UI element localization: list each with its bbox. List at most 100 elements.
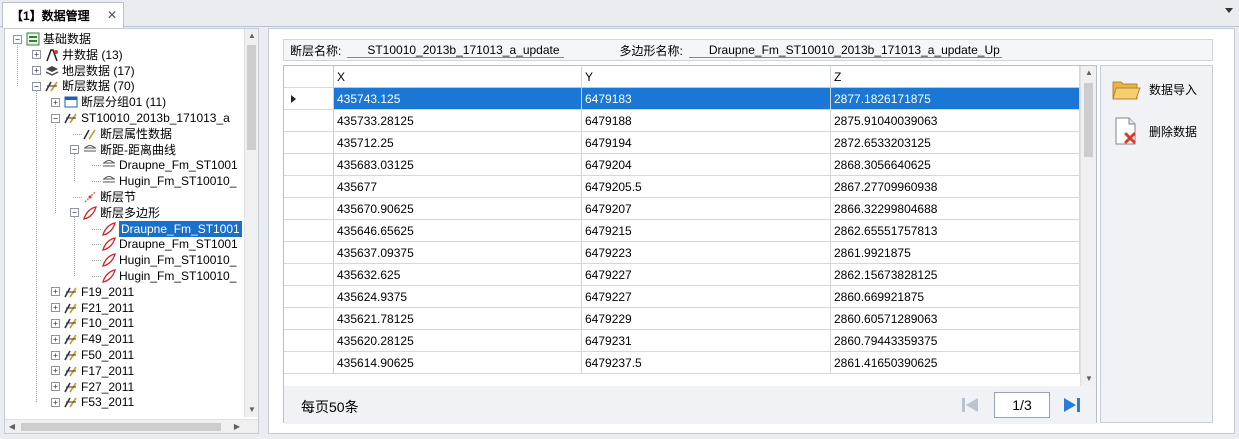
table-cell[interactable]: 435624.9375 xyxy=(334,286,582,308)
row-header[interactable] xyxy=(284,110,334,132)
expand-icon[interactable]: + xyxy=(32,50,41,60)
expand-icon[interactable]: + xyxy=(51,303,60,313)
table-cell[interactable]: 2868.3056640625 xyxy=(831,154,1080,176)
tree-item[interactable]: Hugin_Fm_ST10010_ xyxy=(102,268,236,284)
row-header[interactable] xyxy=(284,308,334,330)
table-cell[interactable]: 435637.09375 xyxy=(334,242,582,264)
table-row[interactable]: 435614.90625 6479237.5 2861.41650390625 xyxy=(284,352,1080,374)
import-data-button[interactable]: 数据导入 xyxy=(1111,72,1211,106)
tree-item[interactable]: − 断距-距离曲线 xyxy=(70,142,176,158)
column-header[interactable]: Z xyxy=(831,66,1080,88)
scroll-left-icon[interactable]: ◀ xyxy=(5,420,19,433)
table-cell[interactable]: 6479215 xyxy=(582,220,831,242)
table-row[interactable]: 435712.25 6479194 2872.6533203125 xyxy=(284,132,1080,154)
expand-icon[interactable]: + xyxy=(51,287,60,297)
expand-icon[interactable]: + xyxy=(51,318,60,328)
tree-item[interactable]: 断层属性数据 xyxy=(83,126,172,142)
table-cell[interactable]: 6479231 xyxy=(582,330,831,352)
table-cell[interactable]: 6479227 xyxy=(582,286,831,308)
grid-scroll-up-icon[interactable]: ▲ xyxy=(1082,66,1096,80)
tree-item[interactable]: + 断层分组01 (11) xyxy=(51,94,166,110)
tree-item[interactable]: + F17_2011 xyxy=(51,363,134,379)
first-page-button[interactable] xyxy=(958,393,982,417)
row-header[interactable] xyxy=(284,88,334,110)
table-cell[interactable]: 2866.32299804688 xyxy=(831,198,1080,220)
table-row[interactable]: 435743.125 6479183 2877.1826171875 xyxy=(284,88,1080,110)
table-cell[interactable]: 2877.1826171875 xyxy=(831,88,1080,110)
table-cell[interactable]: 2872.6533203125 xyxy=(831,132,1080,154)
expand-icon[interactable]: + xyxy=(51,97,60,107)
next-page-button[interactable] xyxy=(1060,393,1084,417)
row-header[interactable] xyxy=(284,220,334,242)
tree-item[interactable]: − 断层数据 (70) xyxy=(32,78,135,94)
table-cell[interactable]: 435632.625 xyxy=(334,264,582,286)
row-header[interactable] xyxy=(284,242,334,264)
close-icon[interactable]: ✕ xyxy=(107,8,117,22)
grid-scroll-down-icon[interactable]: ▼ xyxy=(1082,372,1096,386)
scroll-down-icon[interactable]: ▼ xyxy=(245,403,258,417)
grid-vertical-scrollbar[interactable]: ▲ ▼ xyxy=(1080,66,1096,386)
table-cell[interactable]: 2860.79443359375 xyxy=(831,330,1080,352)
tree-item[interactable]: + F49_2011 xyxy=(51,331,134,347)
row-header[interactable] xyxy=(284,154,334,176)
table-cell[interactable]: 2875.91040039063 xyxy=(831,110,1080,132)
table-cell[interactable]: 435620.28125 xyxy=(334,330,582,352)
expand-icon[interactable]: + xyxy=(32,66,41,76)
tree-item[interactable]: Draupne_Fm_ST1001 xyxy=(102,236,238,252)
tree-item[interactable]: Draupne_Fm_ST1001 xyxy=(102,220,242,237)
expand-icon[interactable]: + xyxy=(51,366,60,376)
tree-item[interactable]: + 地层数据 (17) xyxy=(32,63,135,79)
expand-icon[interactable]: + xyxy=(51,382,60,392)
tree-horizontal-scrollbar[interactable]: ◀ ▶ xyxy=(5,419,258,433)
tree-item[interactable]: + 井数据 (13) xyxy=(32,47,123,63)
column-header[interactable]: Y xyxy=(582,66,831,88)
tree-item[interactable]: + F21_2011 xyxy=(51,300,134,316)
scroll-up-icon[interactable]: ▲ xyxy=(245,29,258,43)
tree-item[interactable]: Draupne_Fm_ST1001 xyxy=(102,157,238,173)
table-cell[interactable]: 6479188 xyxy=(582,110,831,132)
tree-item[interactable]: + F10_2011 xyxy=(51,315,134,331)
tab-data-management[interactable]: 【1】数据管理 ✕ xyxy=(2,2,124,28)
table-cell[interactable]: 435733.28125 xyxy=(334,110,582,132)
table-cell[interactable]: 6479229 xyxy=(582,308,831,330)
table-cell[interactable]: 435646.65625 xyxy=(334,220,582,242)
table-row[interactable]: 435683.03125 6479204 2868.3056640625 xyxy=(284,154,1080,176)
row-header[interactable] xyxy=(284,132,334,154)
tree-item[interactable]: + F19_2011 xyxy=(51,284,134,300)
tab-dropdown-icon[interactable] xyxy=(1225,8,1233,13)
column-header[interactable]: X xyxy=(334,66,582,88)
tree-scroll-thumb[interactable] xyxy=(247,45,256,150)
page-indicator[interactable]: 1/3 xyxy=(994,392,1050,418)
tree-item[interactable]: − 基础数据 xyxy=(13,31,91,47)
table-cell[interactable]: 435683.03125 xyxy=(334,154,582,176)
table-cell[interactable]: 435621.78125 xyxy=(334,308,582,330)
table-row[interactable]: 435637.09375 6479223 2861.9921875 xyxy=(284,242,1080,264)
row-header[interactable] xyxy=(284,330,334,352)
table-row[interactable]: 435624.9375 6479227 2860.669921875 xyxy=(284,286,1080,308)
table-row[interactable]: 435733.28125 6479188 2875.91040039063 xyxy=(284,110,1080,132)
table-cell[interactable]: 6479204 xyxy=(582,154,831,176)
table-cell[interactable]: 6479207 xyxy=(582,198,831,220)
tree-item[interactable]: − ST10010_2013b_171013_a xyxy=(51,110,230,126)
table-cell[interactable]: 6479194 xyxy=(582,132,831,154)
expand-icon[interactable]: + xyxy=(51,350,60,360)
delete-data-button[interactable]: 删除数据 xyxy=(1111,114,1211,148)
table-row[interactable]: 435620.28125 6479231 2860.79443359375 xyxy=(284,330,1080,352)
table-row[interactable]: 435646.65625 6479215 2862.65551757813 xyxy=(284,220,1080,242)
row-header[interactable] xyxy=(284,286,334,308)
table-cell[interactable]: 6479183 xyxy=(582,88,831,110)
tree-item[interactable]: + F27_2011 xyxy=(51,379,134,395)
table-cell[interactable]: 435670.90625 xyxy=(334,198,582,220)
table-row[interactable]: 435670.90625 6479207 2866.32299804688 xyxy=(284,198,1080,220)
table-cell[interactable]: 435712.25 xyxy=(334,132,582,154)
table-cell[interactable]: 435614.90625 xyxy=(334,352,582,374)
table-row[interactable]: 435621.78125 6479229 2860.60571289063 xyxy=(284,308,1080,330)
table-cell[interactable]: 435743.125 xyxy=(334,88,582,110)
table-cell[interactable]: 2860.669921875 xyxy=(831,286,1080,308)
table-cell[interactable]: 6479223 xyxy=(582,242,831,264)
tree-hscroll-thumb[interactable] xyxy=(21,423,221,431)
table-cell[interactable]: 6479205.5 xyxy=(582,176,831,198)
expand-icon[interactable]: + xyxy=(51,397,60,407)
table-cell[interactable]: 6479227 xyxy=(582,264,831,286)
table-cell[interactable]: 2867.27709960938 xyxy=(831,176,1080,198)
